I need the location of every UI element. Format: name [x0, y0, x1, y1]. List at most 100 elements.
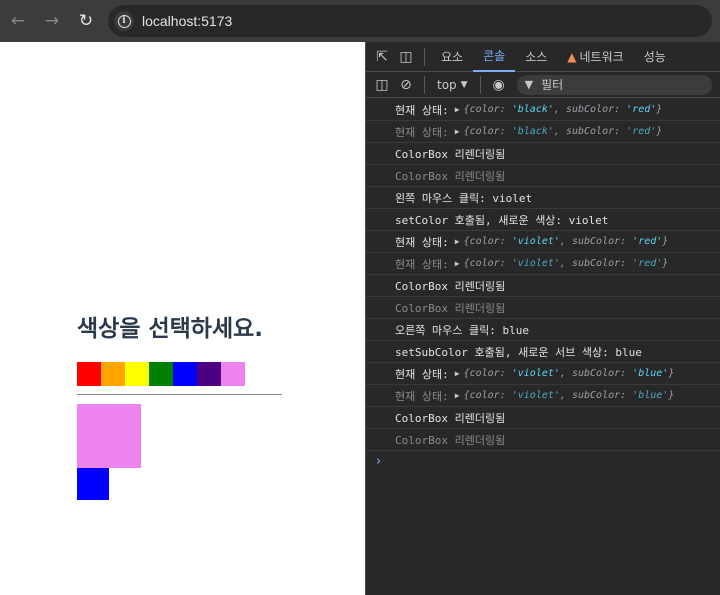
log-text: ColorBox 리렌더링됨 — [395, 301, 506, 315]
reload-icon[interactable]: ↻ — [72, 7, 100, 35]
devtools-tabbar: ⇱ ◫ 요소 콘솔 소스 ▲ 네트워크 성능 — [366, 42, 720, 72]
color-value: black — [517, 126, 548, 137]
color-value: violet — [517, 368, 554, 379]
separator — [424, 47, 425, 66]
sub-color-value: red — [638, 258, 657, 269]
filter-input[interactable]: ▼ 필터 — [516, 74, 712, 95]
log-text: 오른쪽 마우스 클릭: blue — [395, 323, 529, 337]
console-log-row: ColorBox 리렌더링됨 — [366, 143, 720, 165]
color-swatch-yellow[interactable] — [125, 362, 149, 386]
sub-color-value: red — [638, 236, 657, 247]
tab-network[interactable]: ▲ 네트워크 — [557, 42, 633, 72]
context-selector[interactable]: top ▼ — [431, 78, 474, 92]
color-box — [77, 404, 141, 468]
console-log-row: 현재 상태: ▶ {color: 'black', subColor: 'red'… — [366, 99, 720, 121]
warning-icon: ▲ — [567, 49, 577, 64]
separator — [424, 75, 425, 94]
page-viewport: 색상을 선택하세요. — [0, 42, 365, 595]
console-log-row: 오른쪽 마우스 클릭: blue — [366, 319, 720, 341]
color-swatch-indigo[interactable] — [197, 362, 221, 386]
log-text: 현재 상태: — [395, 103, 449, 117]
color-value: violet — [517, 258, 554, 269]
address-bar[interactable]: i localhost:5173 — [108, 5, 712, 37]
log-object-preview[interactable]: {color: 'violet', subColor: 'blue'} — [464, 390, 675, 401]
console-prompt-icon[interactable]: › — [376, 454, 381, 469]
color-swatch-orange[interactable] — [101, 362, 125, 386]
sub-color-value: blue — [638, 368, 663, 379]
console-log-row: ColorBox 리렌더링됨 — [366, 275, 720, 297]
console-log-row: setSubColor 호출됨, 새로운 서브 색상: blue — [366, 341, 720, 363]
console-log-row: 현재 상태: ▶ {color: 'violet', subColor: 'blu… — [366, 363, 720, 385]
chevron-down-icon: ▼ — [460, 79, 468, 90]
log-text: ColorBox 리렌더링됨 — [395, 279, 506, 293]
sub-color-value: red — [632, 104, 651, 115]
eye-icon[interactable]: ◉ — [487, 73, 511, 97]
separator — [479, 75, 481, 94]
sub-color-box — [77, 468, 109, 500]
tab-network-label: 네트워크 — [579, 50, 624, 64]
expand-triangle-icon[interactable]: ▶ — [455, 259, 460, 268]
sub-color-value: red — [632, 126, 651, 137]
color-value: violet — [517, 390, 554, 401]
color-swatch-green[interactable] — [149, 362, 173, 386]
divider — [77, 394, 282, 395]
device-toolbar-icon[interactable]: ◫ — [394, 45, 418, 69]
console-log-row: 왼쪽 마우스 클릭: violet — [366, 187, 720, 209]
color-value: violet — [517, 236, 554, 247]
log-object-preview[interactable]: {color: 'violet', subColor: 'red'} — [464, 236, 669, 247]
log-text: ColorBox 리렌더링됨 — [395, 411, 506, 425]
console-log-row: 현재 상태: ▶ {color: 'violet', subColor: 'blu… — [366, 385, 720, 407]
color-swatch-red[interactable] — [77, 362, 101, 386]
sub-color-value: blue — [638, 390, 663, 401]
console-log-row: 현재 상태: ▶ {color: 'violet', subColor: 'red… — [366, 253, 720, 275]
tab-console[interactable]: 콘솔 — [473, 42, 516, 72]
log-object-preview[interactable]: {color: 'black', subColor: 'red'} — [464, 126, 663, 137]
browser-toolbar: ← → ↻ i localhost:5173 — [0, 0, 720, 42]
page-heading: 색상을 선택하세요. — [77, 316, 264, 342]
expand-triangle-icon[interactable]: ▶ — [455, 127, 460, 136]
site-info-icon[interactable]: i — [114, 11, 134, 31]
console-log-row: setColor 호출됨, 새로운 색상: violet — [366, 209, 720, 231]
log-text: ColorBox 리렌더링됨 — [395, 433, 506, 447]
log-text: ColorBox 리렌더링됨 — [395, 169, 506, 183]
console-log-row: ColorBox 리렌더링됨 — [366, 429, 720, 451]
log-text: 현재 상태: — [395, 367, 449, 381]
tab-performance[interactable]: 성능 — [634, 42, 676, 72]
tab-elements[interactable]: 요소 — [431, 42, 473, 72]
log-text: 현재 상태: — [395, 235, 449, 249]
context-label: top — [437, 77, 457, 92]
console-log-list: 현재 상태: ▶ {color: 'black', subColor: 'red'… — [366, 99, 720, 451]
color-swatch-blue[interactable] — [173, 362, 197, 386]
expand-triangle-icon[interactable]: ▶ — [455, 369, 460, 378]
log-text: ColorBox 리렌더링됨 — [395, 147, 506, 161]
inspect-element-icon[interactable]: ⇱ — [370, 45, 394, 69]
log-text: setColor 호출됨, 새로운 색상: violet — [395, 213, 609, 227]
console-log-row: 현재 상태: ▶ {color: 'violet', subColor: 'red… — [366, 231, 720, 253]
log-text: 현재 상태: — [395, 257, 449, 271]
log-text: 현재 상태: — [395, 125, 449, 139]
devtools-panel: ⇱ ◫ 요소 콘솔 소스 ▲ 네트워크 성능 ◫ ⊘ top ▼ ◉ ▼ 필터 … — [365, 42, 720, 595]
clear-console-icon[interactable]: ⊘ — [394, 73, 418, 97]
tab-sources[interactable]: 소스 — [515, 42, 557, 72]
console-log-row: ColorBox 리렌더링됨 — [366, 407, 720, 429]
expand-triangle-icon[interactable]: ▶ — [455, 105, 460, 114]
color-value: black — [517, 104, 548, 115]
console-log-row: ColorBox 리렌더링됨 — [366, 165, 720, 187]
log-object-preview[interactable]: {color: 'black', subColor: 'red'} — [464, 104, 663, 115]
url-text[interactable]: localhost:5173 — [142, 13, 232, 29]
sidebar-toggle-icon[interactable]: ◫ — [370, 73, 394, 97]
console-log-row: 현재 상태: ▶ {color: 'black', subColor: 'red'… — [366, 121, 720, 143]
color-swatch-violet[interactable] — [221, 362, 245, 386]
console-toolbar: ◫ ⊘ top ▼ ◉ ▼ 필터 — [366, 72, 720, 98]
filter-icon: ▼ — [524, 78, 534, 91]
log-object-preview[interactable]: {color: 'violet', subColor: 'blue'} — [464, 368, 675, 379]
log-text: 왼쪽 마우스 클릭: violet — [395, 191, 533, 205]
back-arrow-icon[interactable]: ← — [4, 7, 32, 35]
color-palette — [77, 362, 245, 386]
log-object-preview[interactable]: {color: 'violet', subColor: 'red'} — [464, 258, 669, 269]
filter-placeholder: 필터 — [541, 78, 564, 92]
expand-triangle-icon[interactable]: ▶ — [455, 237, 460, 246]
expand-triangle-icon[interactable]: ▶ — [455, 391, 460, 400]
log-text: setSubColor 호출됨, 새로운 서브 색상: blue — [395, 345, 642, 359]
forward-arrow-icon[interactable]: → — [38, 7, 66, 35]
